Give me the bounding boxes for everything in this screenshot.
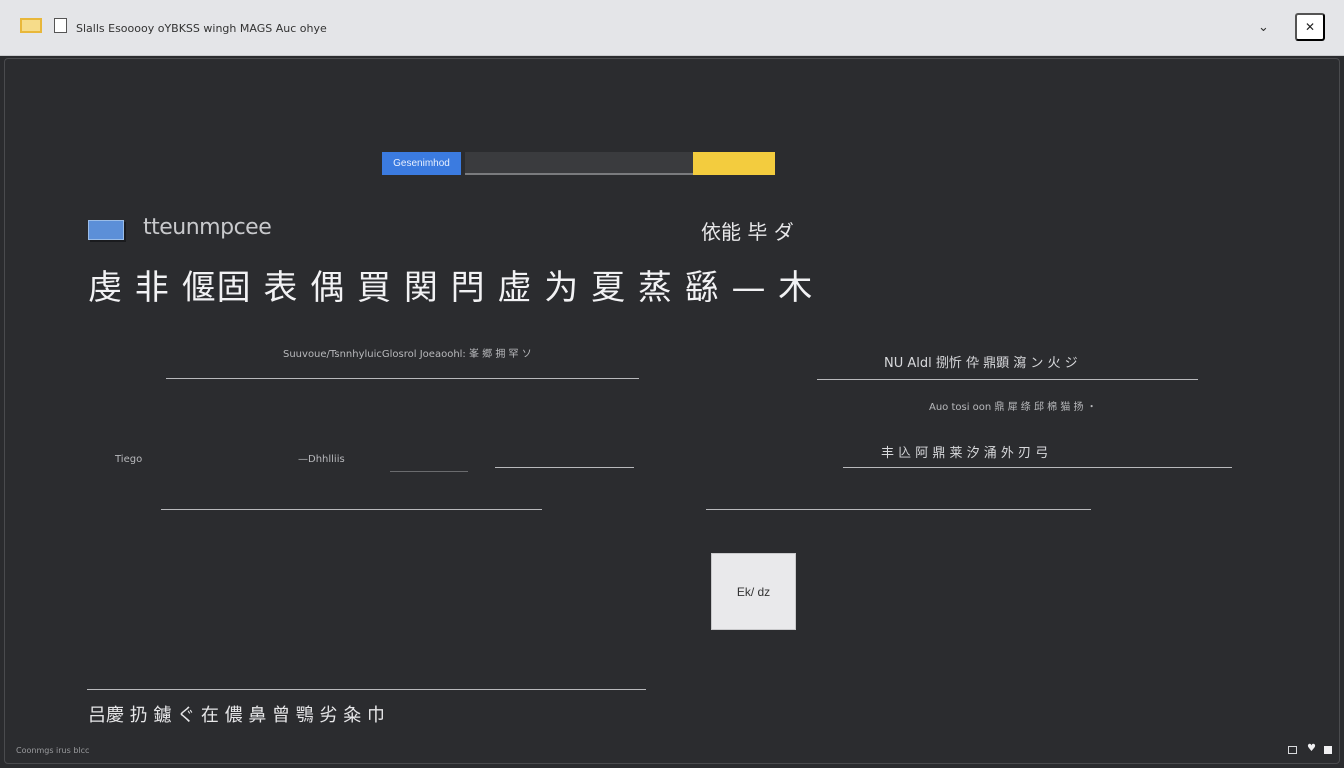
window-icon[interactable] xyxy=(1288,746,1297,754)
brand-name: tteunmpcee xyxy=(143,215,272,240)
search-input[interactable] xyxy=(465,152,693,175)
section-label: 依能 毕 ダ xyxy=(701,220,794,244)
highlight-button[interactable] xyxy=(693,152,775,175)
right-input-line-2[interactable] xyxy=(843,467,1232,468)
notification-icon[interactable]: ♥ xyxy=(1307,743,1316,754)
document-icon xyxy=(54,18,67,33)
right-input-line-3[interactable] xyxy=(706,509,1091,510)
short-divider xyxy=(390,471,468,472)
logo-icon xyxy=(88,220,124,240)
window-title: Slalls Esooooy oYBKSS wingh MAGS Auc ohy… xyxy=(76,22,327,35)
action-button[interactable]: Ek/ dz xyxy=(711,553,796,630)
field-label-right-2: 丰 兦 阿 鼎 莱 汐 涌 外 刃 弓 xyxy=(881,446,1049,461)
row-label-a: Tiego xyxy=(115,454,143,465)
secondary-input-line[interactable] xyxy=(161,509,542,510)
field-label-right: NU Aldl 捌忻 伜 鼎顕 瀉 ン 火 ジ xyxy=(884,356,1078,371)
footer-caption: 吕慶 扔 鑢 ぐ 在 儂 鼻 曾 鶚 劣 粂 巾 xyxy=(88,705,385,726)
status-text: Coonmgs irus blcc xyxy=(16,746,90,755)
square-icon[interactable] xyxy=(1324,746,1332,754)
search-button[interactable]: Gesenimhod xyxy=(382,152,461,175)
folder-icon xyxy=(20,18,42,33)
field-hint-right: Auo tosi oon 鼎 犀 绦 邱 棉 猫 扬 ・ xyxy=(929,402,1097,413)
right-input-line[interactable] xyxy=(817,379,1198,380)
close-button[interactable]: ✕ xyxy=(1295,13,1325,41)
primary-input-line[interactable] xyxy=(166,378,639,379)
page-title: 虔 非 偃固 表 偶 買 関 閂 虚 为 夏 蒸 繇 — 木 xyxy=(88,268,814,308)
footer-divider xyxy=(87,689,646,690)
field-label-primary: Suuvoue/TsnnhyluicGlosrol Joeaoohl: 峯 郷 … xyxy=(283,349,532,360)
row-label-b: —Dhhlliis xyxy=(298,454,345,465)
short-input-line[interactable] xyxy=(495,467,634,468)
window-titlebar: Slalls Esooooy oYBKSS wingh MAGS Auc ohy… xyxy=(0,0,1344,56)
chevron-down-icon[interactable]: ⌄ xyxy=(1258,20,1269,35)
